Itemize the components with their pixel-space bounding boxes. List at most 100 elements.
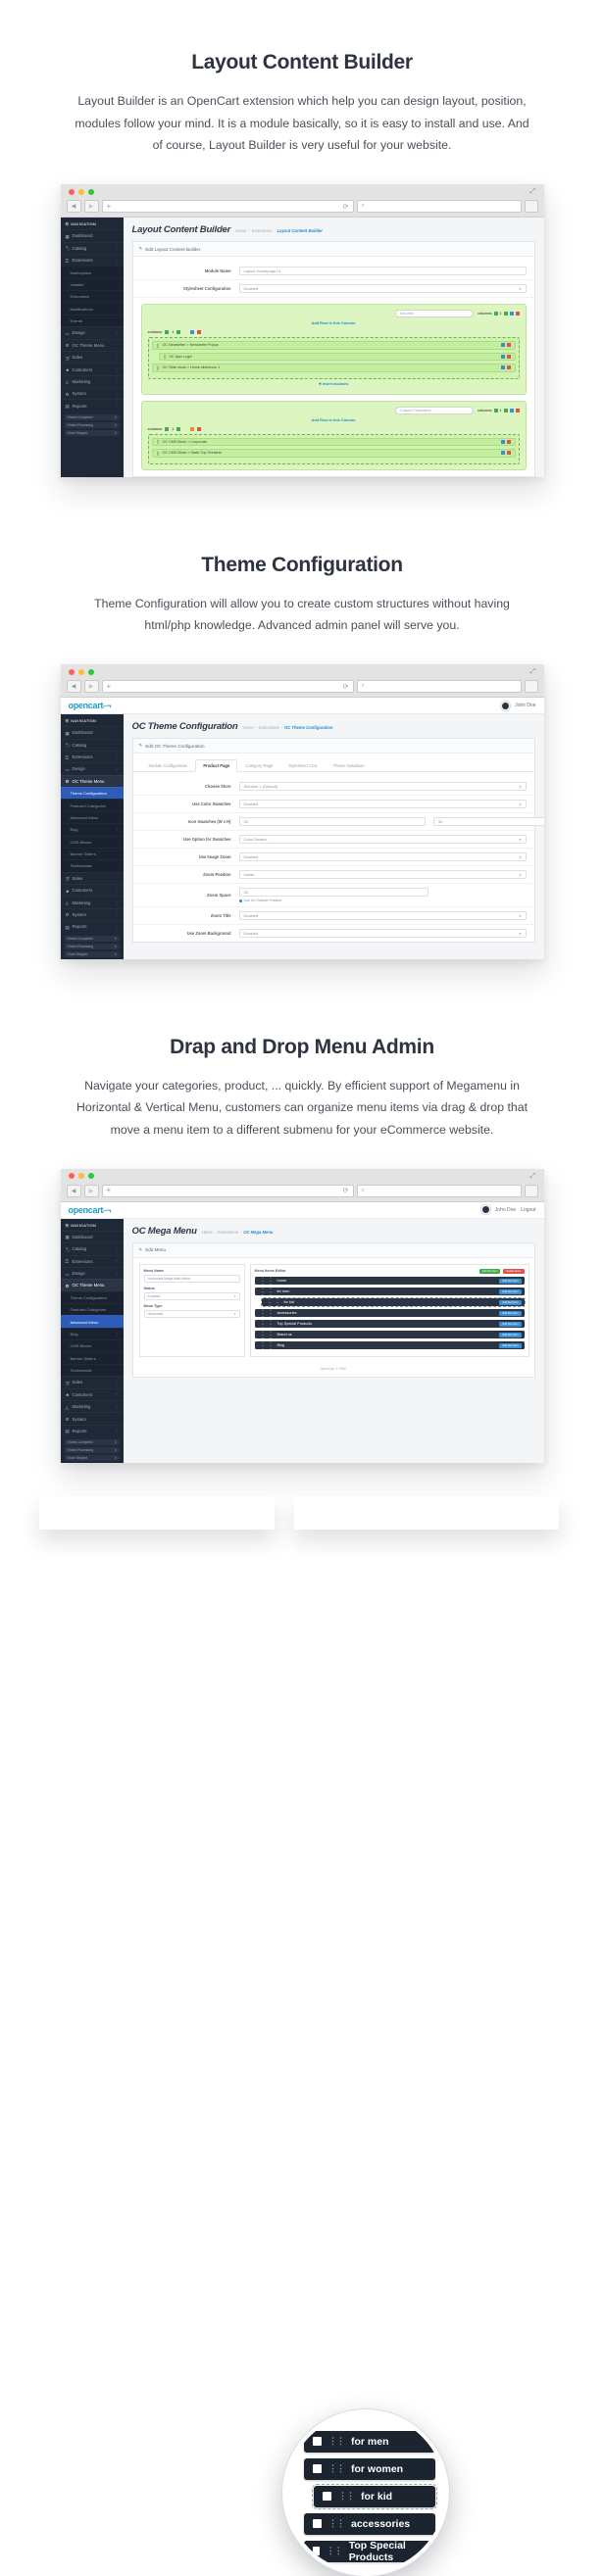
delete-block-icon[interactable] bbox=[515, 312, 520, 316]
expand-icon[interactable]: ⤢ bbox=[530, 668, 537, 675]
delete-row-icon[interactable] bbox=[197, 426, 202, 431]
delete-row-icon[interactable] bbox=[197, 330, 202, 335]
row-actions[interactable]: Add Sub Item bbox=[499, 1278, 522, 1284]
row-actions[interactable]: Add Sub Item bbox=[499, 1299, 522, 1305]
sidebar-item-customers[interactable]: ☻ Customers › bbox=[60, 884, 124, 896]
topbar-user[interactable]: John Doe Logout bbox=[480, 1205, 536, 1215]
sidebar-item-blog[interactable]: Blog › bbox=[60, 1327, 124, 1340]
edit-module-icon[interactable] bbox=[500, 343, 505, 348]
reload-icon[interactable]: ⟳ bbox=[343, 203, 349, 211]
drag-handle-icon[interactable]: ⣿ bbox=[157, 451, 160, 456]
menu-item-row[interactable]: ⋮⋮ accessories Add Sub Item bbox=[254, 1308, 525, 1319]
module-actions[interactable] bbox=[500, 365, 511, 370]
sidebar-item-marketing[interactable]: ◬ Marketing › bbox=[60, 1400, 124, 1412]
drag-handle-icon[interactable]: ⋮⋮ bbox=[259, 1330, 276, 1340]
sidebar-item-testimonials[interactable]: Testimonials bbox=[60, 859, 124, 872]
sidebar-item-marketing[interactable]: ◬ Marketing › bbox=[60, 374, 124, 387]
sidebar-item-extensions[interactable]: ⚿ Extensions › bbox=[60, 253, 124, 266]
add-top-item-button[interactable]: Add Top Item bbox=[478, 1268, 501, 1274]
drag-handle-icon[interactable]: ⋮⋮ bbox=[328, 2463, 345, 2474]
sidebar-item-featured-categories[interactable]: Featured Categories bbox=[60, 1303, 124, 1316]
module-actions[interactable] bbox=[500, 451, 511, 456]
maximize-icon[interactable] bbox=[87, 1173, 94, 1180]
magnified-menu-item[interactable]: ⋮⋮ accessories bbox=[304, 2512, 435, 2535]
sidebar-item-featured-categories[interactable]: Featured Categories bbox=[60, 799, 124, 811]
reload-icon[interactable]: ⟳ bbox=[343, 683, 349, 691]
checkbox-icon[interactable] bbox=[313, 2547, 320, 2556]
module-name-input[interactable]: Layout Homepage 01 bbox=[238, 267, 527, 276]
sidebar-item-design[interactable]: ▭ Design › bbox=[60, 1266, 124, 1279]
stylesheet-select[interactable]: Enabled bbox=[238, 284, 527, 294]
magnified-menu-item[interactable]: ⋮⋮ for women bbox=[304, 2457, 435, 2480]
expand-icon[interactable]: ⤢ bbox=[530, 188, 537, 195]
sidebar-item-dashboard[interactable]: ▦ Dashboard bbox=[60, 726, 124, 738]
menu-item-row[interactable]: ⋮⋮ for men Add Sub Item bbox=[254, 1287, 525, 1297]
module-actions[interactable] bbox=[500, 354, 511, 359]
sidebar-item-blog[interactable]: Blog › bbox=[60, 823, 124, 836]
tab-stylesheet-css[interactable]: Stylesheet CSS bbox=[280, 759, 325, 772]
edit-module-icon[interactable] bbox=[500, 451, 505, 456]
module-row[interactable]: ⣿ OC CMS Block > Corporate bbox=[151, 437, 516, 447]
use-option-for-swatches-select[interactable]: Color Swatch bbox=[238, 835, 527, 845]
menu-item-row[interactable]: ⋮⋮ Top Special Products Add Sub Item bbox=[254, 1319, 525, 1329]
remove-column-icon[interactable] bbox=[176, 426, 181, 431]
tab-category-page[interactable]: Category Page bbox=[237, 759, 280, 772]
forward-button[interactable]: ▶ bbox=[83, 200, 99, 214]
module-row[interactable]: ⣿ OC Slide show > Home slideshow 1 bbox=[151, 364, 516, 372]
add-sub-item-button[interactable]: Add Sub Item bbox=[499, 1299, 522, 1305]
delete-items-button[interactable]: Delete Items bbox=[503, 1268, 525, 1274]
add-column-icon[interactable] bbox=[165, 330, 170, 335]
sidebar-item-reports[interactable]: ▤ Reports › bbox=[60, 920, 124, 932]
radio-icon[interactable] bbox=[238, 899, 242, 902]
checkbox-icon[interactable] bbox=[323, 2492, 331, 2502]
add-column-icon[interactable] bbox=[493, 312, 498, 316]
address-bar[interactable]: + ⟳ bbox=[101, 1184, 354, 1197]
logout-link[interactable]: Logout bbox=[521, 1207, 535, 1213]
sidebar-item-customers[interactable]: ☻ Customers › bbox=[60, 1387, 124, 1400]
sidebar-item-reports[interactable]: ▤ Reports › bbox=[60, 399, 124, 411]
back-button[interactable]: ◀ bbox=[66, 1184, 81, 1197]
drag-handle-icon[interactable]: ⋮⋮ bbox=[259, 1287, 276, 1297]
drag-handle-icon[interactable]: ⋮⋮ bbox=[259, 1308, 276, 1319]
search-input[interactable]: ⌕ bbox=[356, 680, 522, 694]
search-input[interactable]: ⌕ bbox=[356, 1184, 522, 1197]
drag-handle-icon[interactable]: ⋮⋮ bbox=[259, 1276, 276, 1287]
sidebar-item-cms-blocks[interactable]: CMS Blocks bbox=[60, 1339, 124, 1352]
address-bar[interactable]: + ⟳ bbox=[101, 680, 354, 694]
sidebar-item-sales[interactable]: 🛒 Sales › bbox=[60, 350, 124, 363]
edit-module-icon[interactable] bbox=[500, 365, 505, 370]
forward-button[interactable]: ▶ bbox=[83, 1184, 99, 1197]
remove-module-icon[interactable] bbox=[506, 354, 511, 359]
zoom-background-select[interactable]: Enabled bbox=[238, 929, 527, 939]
close-icon[interactable] bbox=[68, 1173, 75, 1180]
drag-handle-icon[interactable]: ⋮⋮ bbox=[328, 2518, 345, 2529]
sidebar-item-design[interactable]: ▭ Design › bbox=[60, 326, 124, 338]
address-bar[interactable]: + ⟳ bbox=[101, 200, 354, 214]
menu-item-row[interactable]: ⋮⋮ for kid Add Sub Item bbox=[260, 1297, 526, 1308]
row-actions[interactable]: Add Sub Item bbox=[499, 1288, 522, 1294]
sidebar-item-banner-sliders[interactable]: Banner Sliders bbox=[60, 847, 124, 860]
drag-handle-icon[interactable]: ⋮⋮ bbox=[327, 2546, 343, 2556]
topbar-user[interactable]: John Doe bbox=[501, 701, 536, 710]
browser-menu-button[interactable] bbox=[524, 680, 538, 694]
edit-module-icon[interactable] bbox=[500, 354, 505, 359]
remove-column-icon[interactable] bbox=[503, 408, 508, 413]
back-button[interactable]: ◀ bbox=[66, 200, 81, 214]
module-row[interactable]: ⣿ OC CMS Block > Static Top Greatest bbox=[151, 449, 516, 458]
remove-module-icon[interactable] bbox=[506, 451, 511, 456]
classname-input[interactable]: Custom Classname bbox=[395, 406, 475, 414]
row-actions[interactable]: Add Sub Item bbox=[499, 1321, 522, 1327]
search-input[interactable]: ⌕ bbox=[356, 200, 522, 214]
menu-item-row[interactable]: ⋮⋮ Brand us Add Sub Item bbox=[254, 1330, 525, 1340]
sidebar-item-system[interactable]: ⚙ System › bbox=[60, 1412, 124, 1424]
sidebar-item-installer[interactable]: Installer bbox=[60, 277, 124, 291]
maximize-icon[interactable] bbox=[87, 668, 94, 675]
breadcrumb-item[interactable]: Extensions bbox=[259, 725, 278, 730]
sidebar-item-dashboard[interactable]: ▦ Dashboard bbox=[60, 1230, 124, 1242]
avatar[interactable] bbox=[501, 701, 511, 710]
drag-handle-icon[interactable]: ⋮⋮ bbox=[338, 2491, 355, 2502]
copy-row-icon[interactable] bbox=[190, 330, 195, 335]
breadcrumb-item[interactable]: Home bbox=[243, 725, 254, 730]
remove-module-icon[interactable] bbox=[506, 439, 511, 444]
add-sub-item-button[interactable]: Add Sub Item bbox=[499, 1278, 522, 1284]
